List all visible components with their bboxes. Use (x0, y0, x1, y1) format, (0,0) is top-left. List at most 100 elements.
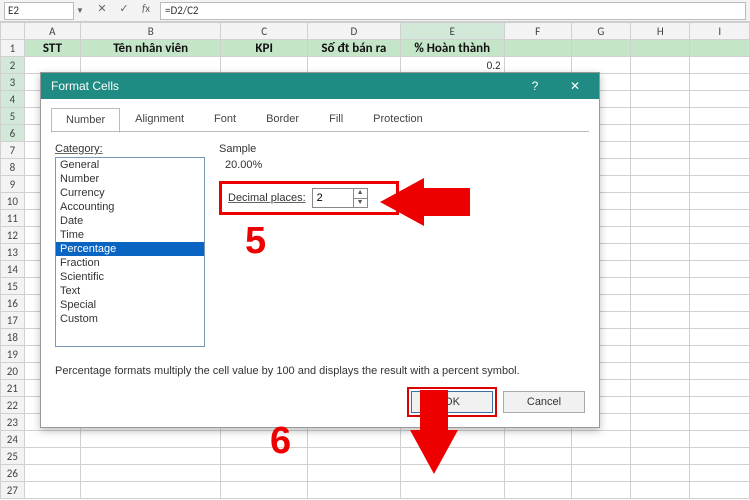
cell-H12[interactable] (631, 227, 690, 244)
cell-H2[interactable] (631, 57, 690, 74)
cell-H18[interactable] (631, 329, 690, 346)
tab-protection[interactable]: Protection (358, 107, 438, 132)
cell-D1[interactable]: Số đt bán ra (307, 40, 400, 57)
cell-I21[interactable] (690, 380, 750, 397)
cell-B27[interactable] (80, 482, 221, 499)
cell-H10[interactable] (631, 193, 690, 210)
cell-D26[interactable] (307, 465, 400, 482)
category-date[interactable]: Date (56, 214, 204, 228)
category-currency[interactable]: Currency (56, 186, 204, 200)
cell-E27[interactable] (400, 482, 504, 499)
col-header-B[interactable]: B (80, 23, 221, 40)
cell-I24[interactable] (690, 431, 750, 448)
row-header-7[interactable]: 7 (1, 142, 25, 159)
cell-C26[interactable] (221, 465, 307, 482)
cell-A26[interactable] (24, 465, 80, 482)
cell-A27[interactable] (24, 482, 80, 499)
cell-B25[interactable] (80, 448, 221, 465)
cell-H1[interactable] (631, 40, 690, 57)
row-header-12[interactable]: 12 (1, 227, 25, 244)
cell-B24[interactable] (80, 431, 221, 448)
cell-I2[interactable] (690, 57, 750, 74)
spinner-down-icon[interactable]: ▼ (354, 199, 367, 208)
name-box-dropdown-icon[interactable]: ▼ (74, 6, 86, 16)
cell-A24[interactable] (24, 431, 80, 448)
col-header-D[interactable]: D (307, 23, 400, 40)
dialog-titlebar[interactable]: Format Cells ? ✕ (41, 73, 599, 99)
cell-I14[interactable] (690, 261, 750, 278)
cell-H23[interactable] (631, 414, 690, 431)
tab-fill[interactable]: Fill (314, 107, 358, 132)
row-header-25[interactable]: 25 (1, 448, 25, 465)
cell-H24[interactable] (631, 431, 690, 448)
cell-I3[interactable] (690, 74, 750, 91)
category-text[interactable]: Text (56, 284, 204, 298)
row-header-21[interactable]: 21 (1, 380, 25, 397)
category-custom[interactable]: Custom (56, 312, 204, 326)
cell-I16[interactable] (690, 295, 750, 312)
help-icon[interactable]: ? (515, 73, 555, 99)
col-header-F[interactable]: F (504, 23, 571, 40)
cell-D27[interactable] (307, 482, 400, 499)
tab-border[interactable]: Border (251, 107, 314, 132)
cell-C25[interactable] (221, 448, 307, 465)
cell-H13[interactable] (631, 244, 690, 261)
category-percentage[interactable]: Percentage (56, 242, 204, 256)
row-header-26[interactable]: 26 (1, 465, 25, 482)
cell-F24[interactable] (504, 431, 571, 448)
row-header-1[interactable]: 1 (1, 40, 25, 57)
cell-A1[interactable]: STT (24, 40, 80, 57)
cell-G25[interactable] (571, 448, 630, 465)
row-header-11[interactable]: 11 (1, 210, 25, 227)
cell-D2[interactable] (307, 57, 400, 74)
tab-alignment[interactable]: Alignment (120, 107, 199, 132)
cell-H4[interactable] (631, 91, 690, 108)
row-header-19[interactable]: 19 (1, 346, 25, 363)
cell-I26[interactable] (690, 465, 750, 482)
cell-I11[interactable] (690, 210, 750, 227)
cell-E2[interactable]: 0.2 (400, 57, 504, 74)
cell-I7[interactable] (690, 142, 750, 159)
cell-D25[interactable] (307, 448, 400, 465)
cell-H3[interactable] (631, 74, 690, 91)
cell-B1[interactable]: Tên nhân viên (80, 40, 221, 57)
cell-A25[interactable] (24, 448, 80, 465)
spinner-up-icon[interactable]: ▲ (354, 189, 367, 199)
cell-C2[interactable] (221, 57, 307, 74)
cell-H19[interactable] (631, 346, 690, 363)
tab-number[interactable]: Number (51, 108, 120, 133)
cell-B26[interactable] (80, 465, 221, 482)
cell-G1[interactable] (571, 40, 630, 57)
cell-G2[interactable] (571, 57, 630, 74)
col-header-H[interactable]: H (631, 23, 690, 40)
row-header-2[interactable]: 2 (1, 57, 25, 74)
row-header-13[interactable]: 13 (1, 244, 25, 261)
row-header-4[interactable]: 4 (1, 91, 25, 108)
cell-I19[interactable] (690, 346, 750, 363)
cell-G24[interactable] (571, 431, 630, 448)
cell-H27[interactable] (631, 482, 690, 499)
cell-H5[interactable] (631, 108, 690, 125)
cell-I23[interactable] (690, 414, 750, 431)
col-header-A[interactable]: A (24, 23, 80, 40)
cell-D24[interactable] (307, 431, 400, 448)
tab-font[interactable]: Font (199, 107, 251, 132)
cell-I20[interactable] (690, 363, 750, 380)
row-header-15[interactable]: 15 (1, 278, 25, 295)
category-time[interactable]: Time (56, 228, 204, 242)
col-header-C[interactable]: C (221, 23, 307, 40)
cell-I10[interactable] (690, 193, 750, 210)
row-header-6[interactable]: 6 (1, 125, 25, 142)
category-number[interactable]: Number (56, 172, 204, 186)
row-header-22[interactable]: 22 (1, 397, 25, 414)
cell-I5[interactable] (690, 108, 750, 125)
row-header-9[interactable]: 9 (1, 176, 25, 193)
cancel-formula-icon[interactable]: ✕ (92, 2, 112, 20)
fx-icon[interactable]: fx (136, 2, 156, 20)
row-header-3[interactable]: 3 (1, 74, 25, 91)
row-header-18[interactable]: 18 (1, 329, 25, 346)
cell-I22[interactable] (690, 397, 750, 414)
cell-I15[interactable] (690, 278, 750, 295)
cell-I25[interactable] (690, 448, 750, 465)
row-header-20[interactable]: 20 (1, 363, 25, 380)
